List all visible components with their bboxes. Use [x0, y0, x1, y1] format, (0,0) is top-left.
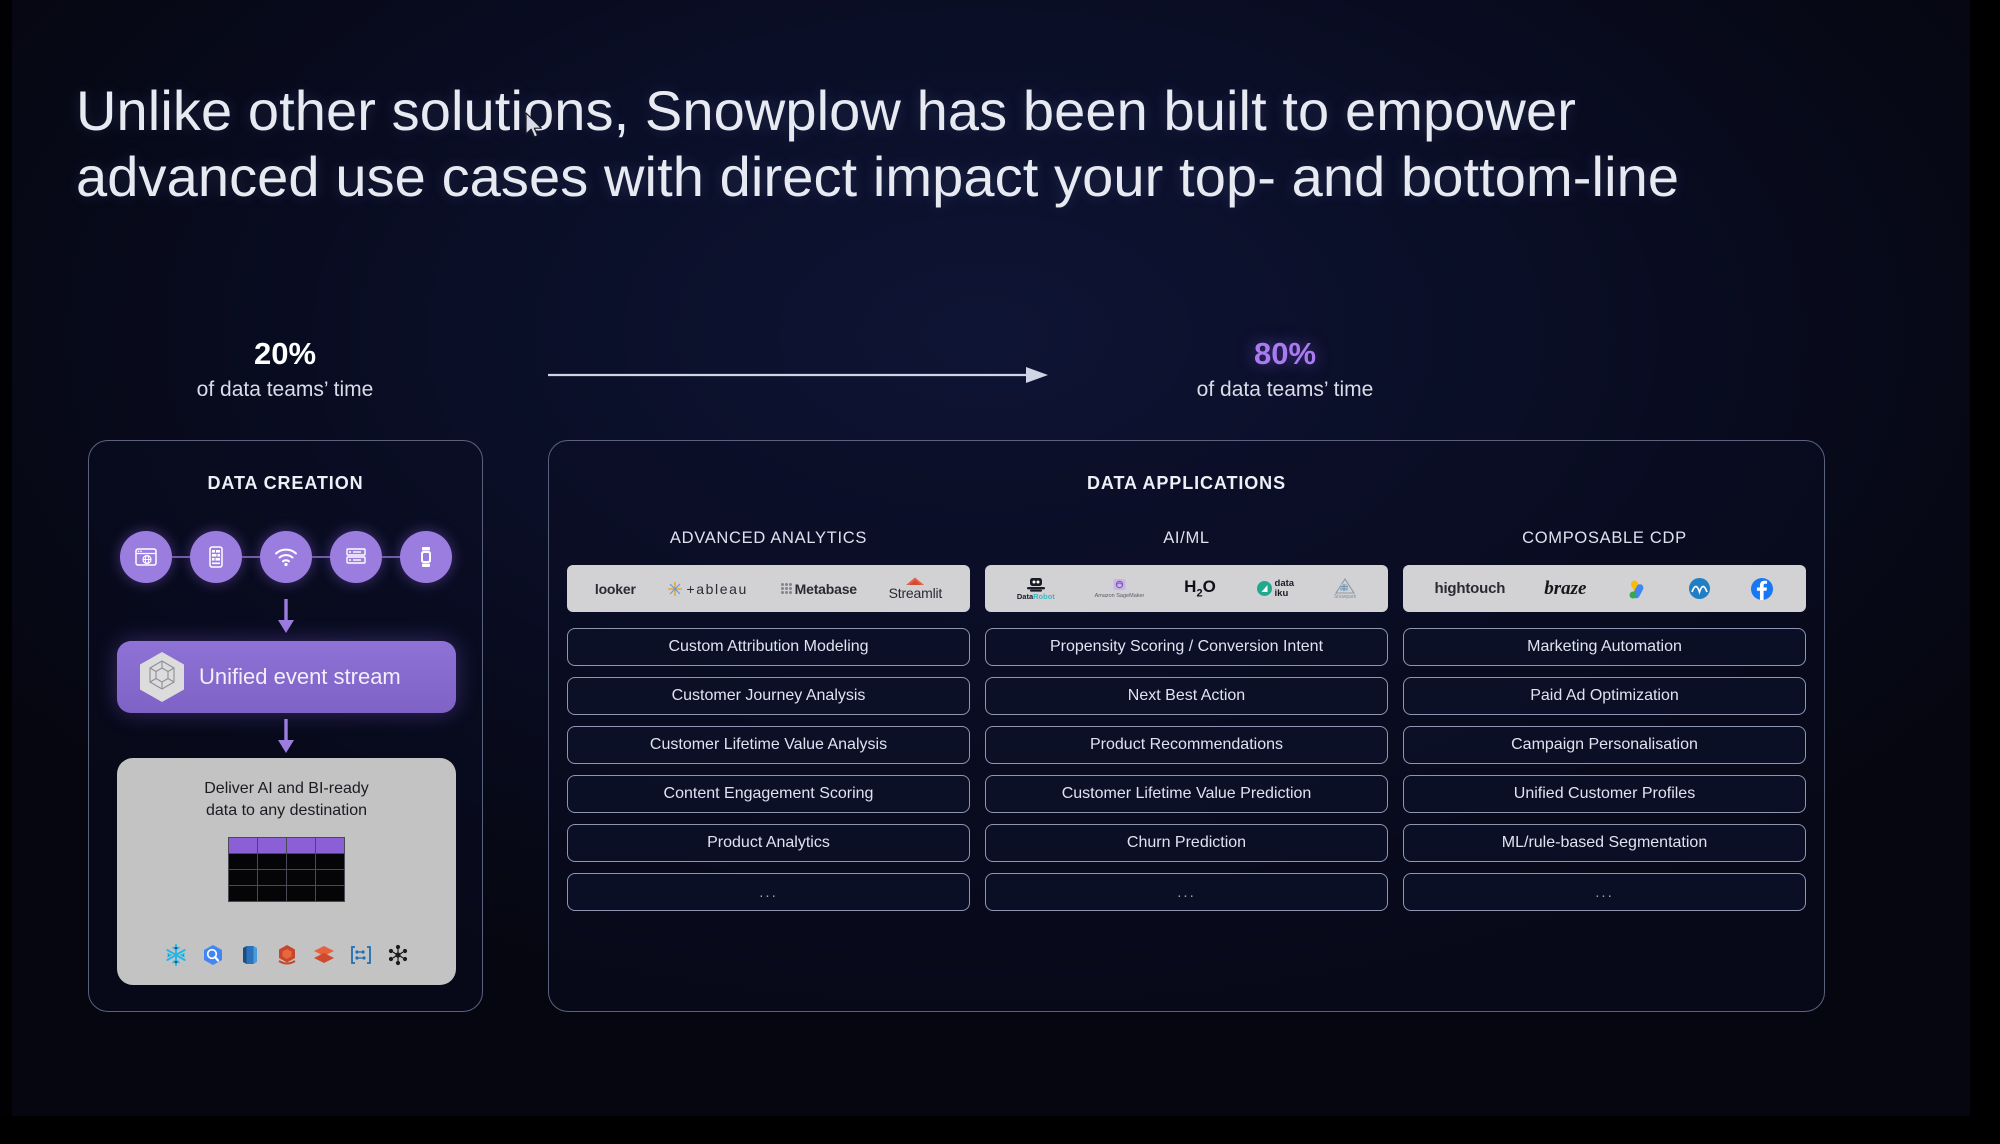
google-ads-logo: [1625, 574, 1649, 604]
tableau-logo: +ableau: [667, 574, 747, 604]
usecase-item[interactable]: Product Analytics: [567, 824, 970, 862]
usecase-item[interactable]: Product Recommendations: [985, 726, 1388, 764]
mobile-app-icon: [189, 531, 242, 583]
data-table-icon: [228, 837, 345, 903]
server-icon: [329, 531, 382, 583]
snowplow-hexagon-icon: [140, 652, 184, 702]
column-header-composable-cdp: COMPOSABLE CDP: [1522, 529, 1687, 547]
wifi-iot-icon: [259, 531, 312, 583]
source-connector: [381, 556, 400, 558]
data-creation-panel: DATA CREATION Unified event stream Deliv…: [88, 440, 483, 1012]
letterbox-right: [1970, 0, 2000, 1144]
logo-strip-composable-cdp: hightouch braze: [1403, 565, 1806, 612]
down-arrow-icon: [89, 599, 482, 633]
column-header-advanced-analytics: ADVANCED ANALYTICS: [669, 529, 868, 547]
page-title: Unlike other solutions, Snowplow has bee…: [76, 78, 1906, 210]
data-creation-title: DATA CREATION: [207, 473, 364, 493]
facebook-logo: [1750, 574, 1774, 604]
logo-strip-advanced-analytics: looker +ableau Metabase Streamlit: [567, 565, 970, 612]
usecase-item-more[interactable]: ...: [567, 873, 970, 911]
usecase-item-more[interactable]: ...: [985, 873, 1388, 911]
aws-redshift-logo: [242, 946, 257, 964]
source-connector: [241, 556, 260, 558]
usecase-item[interactable]: Content Engagement Scoring: [567, 775, 970, 813]
amplitude-logo: [1688, 574, 1711, 604]
azure-synapse-logo: [350, 946, 371, 964]
h2o-logo: H2O: [1184, 577, 1216, 600]
usecase-item[interactable]: Paid Ad Optimization: [1403, 677, 1806, 715]
destination-text-line-2: data to any destination: [205, 801, 367, 819]
metabase-logo: Metabase: [780, 574, 857, 604]
data-source-icon-row: [89, 531, 482, 583]
hightouch-logo: hightouch: [1434, 580, 1506, 597]
usecase-item[interactable]: Customer Journey Analysis: [567, 677, 970, 715]
source-connector: [171, 556, 190, 558]
usecase-item[interactable]: Propensity Scoring / Conversion Intent: [985, 628, 1388, 666]
destination-logo-row: [117, 943, 456, 967]
datarobot-logo: DataRobot: [1017, 574, 1055, 604]
google-bigquery-logo: [203, 945, 222, 965]
letterbox-left: [0, 0, 12, 1144]
stat-left-caption: of data teams’ time: [196, 377, 374, 401]
title-line-2: advanced use cases with direct impact yo…: [76, 145, 1680, 209]
unified-event-stream-box: Unified event stream: [117, 641, 456, 713]
column-composable-cdp: COMPOSABLE CDP hightouch braze Marketing…: [1403, 529, 1806, 991]
looker-logo: looker: [594, 580, 636, 597]
usecase-item[interactable]: ML/rule-based Segmentation: [1403, 824, 1806, 862]
logo-strip-ai-ml: DataRobot Amazon SageMaker H2O data iku …: [985, 565, 1388, 612]
web-browser-icon: [119, 531, 172, 583]
letterbox-bottom: [0, 1116, 2000, 1144]
aws-logo: [277, 945, 296, 965]
usecase-item[interactable]: Marketing Automation: [1403, 628, 1806, 666]
snowpark-logo: Snowpark: [1334, 574, 1356, 604]
unified-event-stream-label: Unified event stream: [199, 664, 401, 689]
usecase-item[interactable]: Campaign Personalisation: [1403, 726, 1806, 764]
braze-logo: braze: [1544, 577, 1587, 599]
usecase-item[interactable]: Custom Attribution Modeling: [567, 628, 970, 666]
data-applications-title: DATA APPLICATIONS: [1087, 473, 1286, 493]
destination-text-line-1: Deliver AI and BI-ready: [204, 780, 369, 797]
usecase-item[interactable]: Unified Customer Profiles: [1403, 775, 1806, 813]
usecase-item[interactable]: Next Best Action: [985, 677, 1388, 715]
usecase-item[interactable]: Churn Prediction: [985, 824, 1388, 862]
usecase-item[interactable]: Customer Lifetime Value Analysis: [567, 726, 970, 764]
usecase-item-more[interactable]: ...: [1403, 873, 1806, 911]
column-advanced-analytics: ADVANCED ANALYTICS looker +ableau Metaba…: [567, 529, 970, 991]
down-arrow-icon: [89, 719, 482, 753]
stat-left: 20% of data teams’ time: [90, 335, 480, 404]
kubernetes-logo: [388, 944, 407, 966]
source-connector: [311, 556, 330, 558]
amazon-sagemaker-logo: Amazon SageMaker: [1095, 574, 1144, 604]
streamlit-logo: Streamlit: [889, 574, 942, 604]
databricks-logo: [313, 946, 334, 963]
dataiku-logo: data iku: [1256, 574, 1294, 604]
stat-right: 80% of data teams’ time: [1090, 335, 1480, 404]
usecase-item[interactable]: Customer Lifetime Value Prediction: [985, 775, 1388, 813]
destination-card: Deliver AI and BI-ready data to any dest…: [117, 758, 456, 985]
column-ai-ml: AI/ML DataRobot Amazon SageMaker H2O dat…: [985, 529, 1388, 991]
slide-canvas: Unlike other solutions, Snowplow has bee…: [0, 0, 1970, 1116]
title-line-1: Unlike other solutions, Snowplow has bee…: [76, 79, 1576, 142]
smartwatch-icon: [399, 531, 452, 583]
stat-left-value: 20%: [253, 336, 317, 371]
stat-right-value: 80%: [1253, 336, 1317, 371]
data-applications-panel: DATA APPLICATIONS ADVANCED ANALYTICS loo…: [548, 440, 1825, 1012]
column-header-ai-ml: AI/ML: [1163, 529, 1210, 547]
snowflake-logo: [165, 944, 186, 966]
stat-right-caption: of data teams’ time: [1196, 377, 1374, 401]
right-arrow-icon: [548, 367, 1048, 383]
